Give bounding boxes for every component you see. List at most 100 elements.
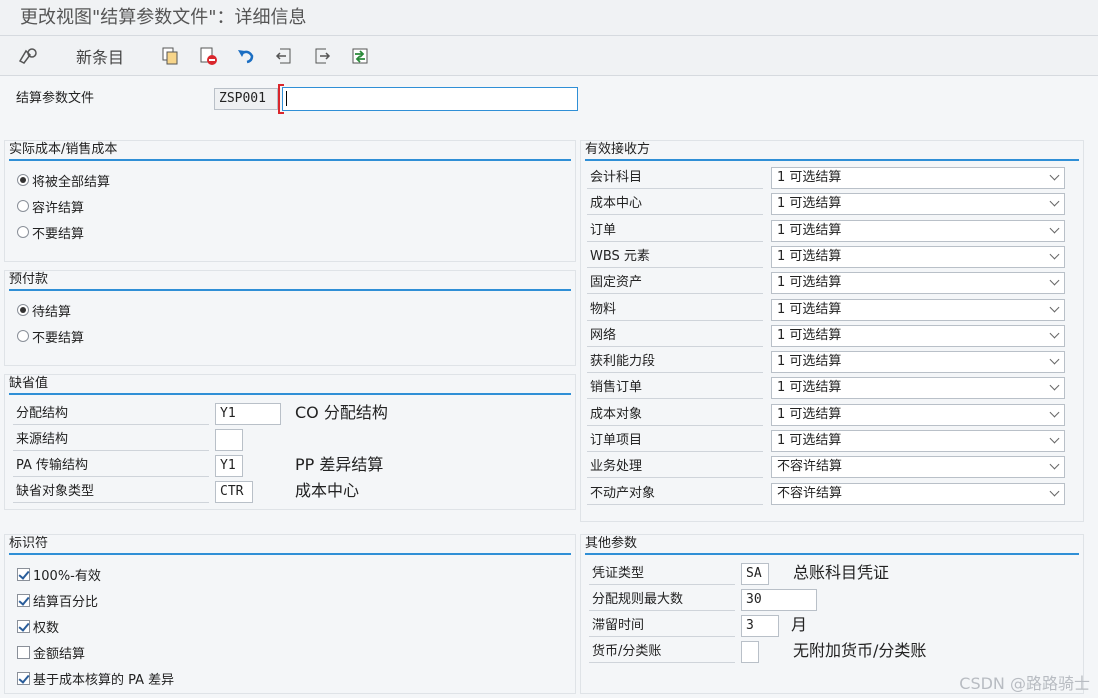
radio-to-be-settled[interactable]: 待结算 (17, 301, 72, 320)
checkbox-label: 权数 (33, 620, 60, 636)
chevron-down-icon[interactable] (1049, 486, 1060, 497)
actual-cost-panel: 实际成本/销售成本 将被全部结算 容许结算 不要结算 (4, 140, 576, 262)
allocation-structure-desc: CO 分配结构 (295, 403, 388, 422)
radio-full-settlement[interactable]: 将被全部结算 (17, 171, 110, 190)
document-type-input[interactable]: SA (741, 563, 769, 585)
chevron-down-icon[interactable] (1049, 249, 1060, 260)
chevron-down-icon[interactable] (1049, 354, 1060, 365)
chevron-down-icon[interactable] (1049, 275, 1060, 286)
checkbox-costing-based-pa-variance[interactable]: 基于成本核算的 PA 差异 (17, 669, 175, 688)
toolbar: 新条目 (0, 36, 1098, 76)
transport-icon[interactable] (348, 44, 372, 68)
previous-entry-icon[interactable] (272, 44, 296, 68)
max-distribution-rules-input[interactable]: 30 (741, 589, 817, 611)
receiver-label: 订单 (587, 220, 763, 242)
actual-cost-title: 实际成本/销售成本 (9, 142, 118, 157)
checkbox[interactable] (17, 671, 30, 685)
indicators-panel: 标识符 100%-有效 结算百分比 权数 金额结算 基于成本核算的 PA 差异 (4, 534, 576, 694)
new-entries-button[interactable]: 新条目 (72, 44, 128, 68)
checkbox-label: 基于成本核算的 PA 差异 (33, 672, 175, 688)
receiver-label: 网络 (587, 325, 763, 347)
radio-button[interactable] (17, 174, 29, 186)
receiver-rule-select[interactable]: 1 可选结算 (771, 167, 1065, 189)
checkbox[interactable] (17, 619, 30, 633)
receiver-label: 不动产对象 (587, 483, 763, 505)
display-change-icon[interactable] (16, 44, 40, 68)
chevron-down-icon[interactable] (1049, 170, 1060, 181)
next-entry-icon[interactable] (310, 44, 334, 68)
pa-transfer-structure-label: PA 传输结构 (13, 455, 209, 477)
chevron-down-icon[interactable] (1049, 223, 1060, 234)
chevron-down-icon[interactable] (1049, 433, 1060, 444)
residence-time-unit: 月 (791, 615, 808, 634)
chevron-down-icon[interactable] (1049, 302, 1060, 312)
receiver-rule-select[interactable]: 1 可选结算 (771, 403, 1065, 426)
receiver-rule-select[interactable]: 1 可选结算 (771, 430, 1065, 452)
copy-icon[interactable] (158, 44, 182, 68)
document-type-label: 凭证类型 (589, 563, 735, 585)
checkbox[interactable] (17, 645, 30, 659)
receiver-rule-select[interactable]: 不容许结算 (771, 482, 1065, 505)
chevron-down-icon[interactable] (1049, 407, 1060, 418)
chevron-down-icon[interactable] (1049, 380, 1060, 391)
document-type-desc: 总账科目凭证 (793, 563, 890, 582)
chevron-down-icon[interactable] (1049, 459, 1060, 470)
receiver-rule-value: 不容许结算 (777, 459, 843, 475)
receiver-rule-select[interactable]: 1 可选结算 (771, 219, 1065, 242)
radio-button[interactable] (17, 226, 29, 238)
source-structure-input[interactable] (215, 429, 243, 451)
receiver-rule-value: 1 可选结算 (777, 354, 842, 370)
required-marker (278, 84, 284, 114)
default-object-type-input[interactable]: CTR (215, 481, 253, 503)
allocation-structure-input[interactable]: Y1 (215, 403, 281, 425)
receiver-rule-value: 1 可选结算 (777, 406, 842, 422)
checkbox-settlement-percentage[interactable]: 结算百分比 (17, 591, 99, 610)
receiver-rule-select[interactable]: 1 可选结算 (771, 193, 1065, 216)
checkbox-equivalence-numbers[interactable]: 权数 (17, 617, 60, 636)
residence-time-label: 滞留时间 (589, 615, 735, 637)
receiver-rule-select[interactable]: 1 可选结算 (771, 272, 1065, 295)
receiver-rule-select[interactable]: 1 可选结算 (771, 298, 1065, 321)
checkbox-100-valid[interactable]: 100%-有效 (17, 565, 101, 584)
receiver-rule-select[interactable]: 不容许结算 (771, 456, 1065, 479)
chevron-down-icon[interactable] (1049, 328, 1060, 339)
chevron-down-icon[interactable] (1049, 196, 1060, 207)
radio-button[interactable] (17, 200, 29, 212)
receiver-rule-select[interactable]: 1 可选结算 (771, 245, 1065, 268)
receiver-rule-value: 1 可选结算 (777, 222, 842, 238)
receiver-label: 业务处理 (587, 456, 763, 479)
undo-icon[interactable] (234, 44, 258, 68)
checkbox[interactable] (17, 567, 30, 581)
radio-button[interactable] (17, 304, 29, 316)
radio-prepay-no-settlement[interactable]: 不要结算 (17, 327, 84, 346)
pa-transfer-structure-desc: PP 差异结算 (295, 455, 384, 474)
receiver-rule-value: 1 可选结算 (777, 327, 842, 343)
receiver-label: 销售订单 (587, 377, 763, 400)
radio-no-settlement[interactable]: 不要结算 (17, 223, 84, 242)
checkbox[interactable] (17, 593, 30, 607)
receiver-rule-select[interactable]: 1 可选结算 (771, 351, 1065, 374)
radio-optional-settlement[interactable]: 容许结算 (17, 197, 85, 216)
profile-description-input[interactable] (282, 87, 578, 111)
receiver-rule-value: 1 可选结算 (777, 196, 842, 212)
text-cursor (286, 91, 287, 106)
radio-button[interactable] (17, 330, 29, 342)
receiver-rule-value: 1 可选结算 (777, 275, 842, 291)
checkbox-amount-settlement[interactable]: 金额结算 (17, 643, 86, 662)
receiver-label: WBS 元素 (587, 246, 763, 268)
receivers-panel: 有效接收方 会计科目 1 可选结算 成本中心 1 可选结算 订单 1 可选结算 WBS 元素… (580, 140, 1084, 522)
panel-divider (585, 159, 1079, 161)
receiver-rule-select[interactable]: 1 可选结算 (771, 377, 1065, 400)
radio-label: 容许结算 (32, 200, 85, 216)
defaults-panel: 缺省值 分配结构 Y1 CO 分配结构 来源结构 PA 传输结构 Y1 PP 差… (4, 374, 576, 510)
checkbox-label: 结算百分比 (33, 594, 99, 610)
radio-label: 待结算 (32, 304, 72, 320)
currency-ledger-input[interactable] (741, 641, 759, 663)
receiver-rule-select[interactable]: 1 可选结算 (771, 324, 1065, 347)
checkbox-label: 金额结算 (33, 646, 86, 662)
receiver-label: 订单项目 (587, 430, 763, 452)
delete-icon[interactable] (196, 44, 220, 68)
watermark: CSDN @路路骑士 (959, 674, 1090, 693)
residence-time-input[interactable]: 3 (741, 615, 779, 637)
pa-transfer-structure-input[interactable]: Y1 (215, 455, 243, 477)
